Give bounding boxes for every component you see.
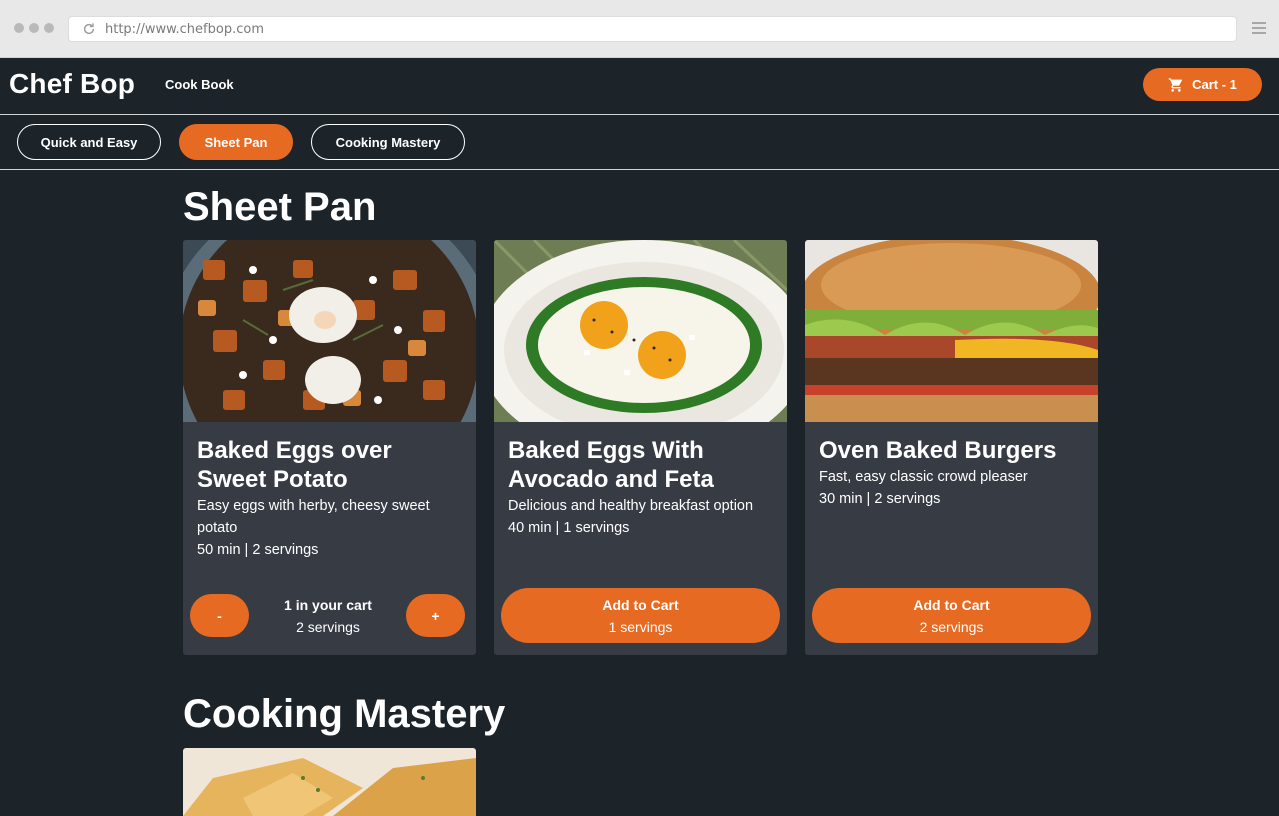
recipe-details: Easy eggs with herby, cheesy sweet potat… <box>197 495 467 561</box>
recipe-card[interactable]: Baked Eggs With Avocado and Feta Delicio… <box>494 240 787 655</box>
window-maximize-dot[interactable] <box>44 23 54 33</box>
recipe-card[interactable]: Oven Baked Burgers Fast, easy classic cr… <box>805 240 1098 655</box>
window-controls <box>14 23 54 33</box>
decrease-quantity-button[interactable]: - <box>190 594 249 637</box>
recipe-description: Delicious and healthy breakfast option <box>508 498 754 514</box>
add-to-cart-servings: 2 servings <box>919 618 984 635</box>
recipe-details: Delicious and healthy breakfast option 4… <box>508 495 778 539</box>
section-title-sheet-pan: Sheet Pan <box>183 185 377 229</box>
section-title-cooking-mastery: Cooking Mastery <box>183 692 506 736</box>
add-to-cart-button[interactable]: Add to Cart 1 servings <box>501 588 780 643</box>
cart-servings: 2 servings <box>296 619 360 635</box>
cart-button[interactable]: Cart - 1 <box>1143 68 1262 101</box>
cart-status: 1 in your cart <box>284 597 372 613</box>
shopping-cart-icon <box>1168 77 1183 92</box>
recipe-image-avocado-eggs <box>494 240 787 422</box>
recipe-description: Fast, easy classic crowd pleaser <box>819 469 1028 485</box>
address-bar[interactable]: http://www.chefbop.com <box>68 16 1237 42</box>
add-to-cart-servings: 1 servings <box>608 618 673 635</box>
recipe-details: Fast, easy classic crowd pleaser 30 min … <box>819 466 1089 510</box>
category-tabs: Quick and Easy Sheet Pan Cooking Mastery <box>0 115 1279 170</box>
recipe-title: Oven Baked Burgers <box>819 437 1057 464</box>
add-to-cart-button[interactable]: Add to Cart 2 servings <box>812 588 1091 643</box>
recipe-image-burger <box>805 240 1098 422</box>
tab-sheet-pan[interactable]: Sheet Pan <box>179 124 293 160</box>
recipe-meta: 30 min | 2 servings <box>819 491 941 507</box>
recipe-card[interactable]: Baked Eggs over Sweet Potato Easy eggs w… <box>183 240 476 655</box>
recipe-meta: 50 min | 2 servings <box>197 542 319 558</box>
recipe-description: Easy eggs with herby, cheesy sweet potat… <box>197 498 430 536</box>
cart-label: Cart - 1 <box>1192 77 1237 92</box>
window-close-dot[interactable] <box>14 23 24 33</box>
tab-quick-and-easy[interactable]: Quick and Easy <box>17 124 161 160</box>
recipe-title: Baked Eggs over Sweet Potato <box>197 437 392 493</box>
recipe-meta: 40 min | 1 servings <box>508 520 630 536</box>
browser-chrome: http://www.chefbop.com <box>0 0 1279 58</box>
recipe-title: Baked Eggs With Avocado and Feta <box>508 437 714 493</box>
recipe-image-pastry <box>183 748 476 816</box>
recipe-image-sweet-potato-eggs <box>183 240 476 422</box>
brand-logo[interactable]: Chef Bop <box>9 68 135 100</box>
tab-cooking-mastery[interactable]: Cooking Mastery <box>311 124 465 160</box>
window-minimize-dot[interactable] <box>29 23 39 33</box>
add-to-cart-label: Add to Cart <box>602 596 679 613</box>
cook-book-link[interactable]: Cook Book <box>165 77 234 92</box>
increase-quantity-button[interactable]: + <box>406 594 465 637</box>
top-navigation: Chef Bop Cook Book Cart - 1 <box>0 58 1279 115</box>
browser-menu-icon[interactable] <box>1252 22 1266 36</box>
cart-quantity-info: 1 in your cart 2 servings <box>255 594 401 638</box>
add-to-cart-label: Add to Cart <box>913 596 990 613</box>
reload-icon[interactable] <box>82 22 96 36</box>
url-text[interactable]: http://www.chefbop.com <box>105 22 264 37</box>
